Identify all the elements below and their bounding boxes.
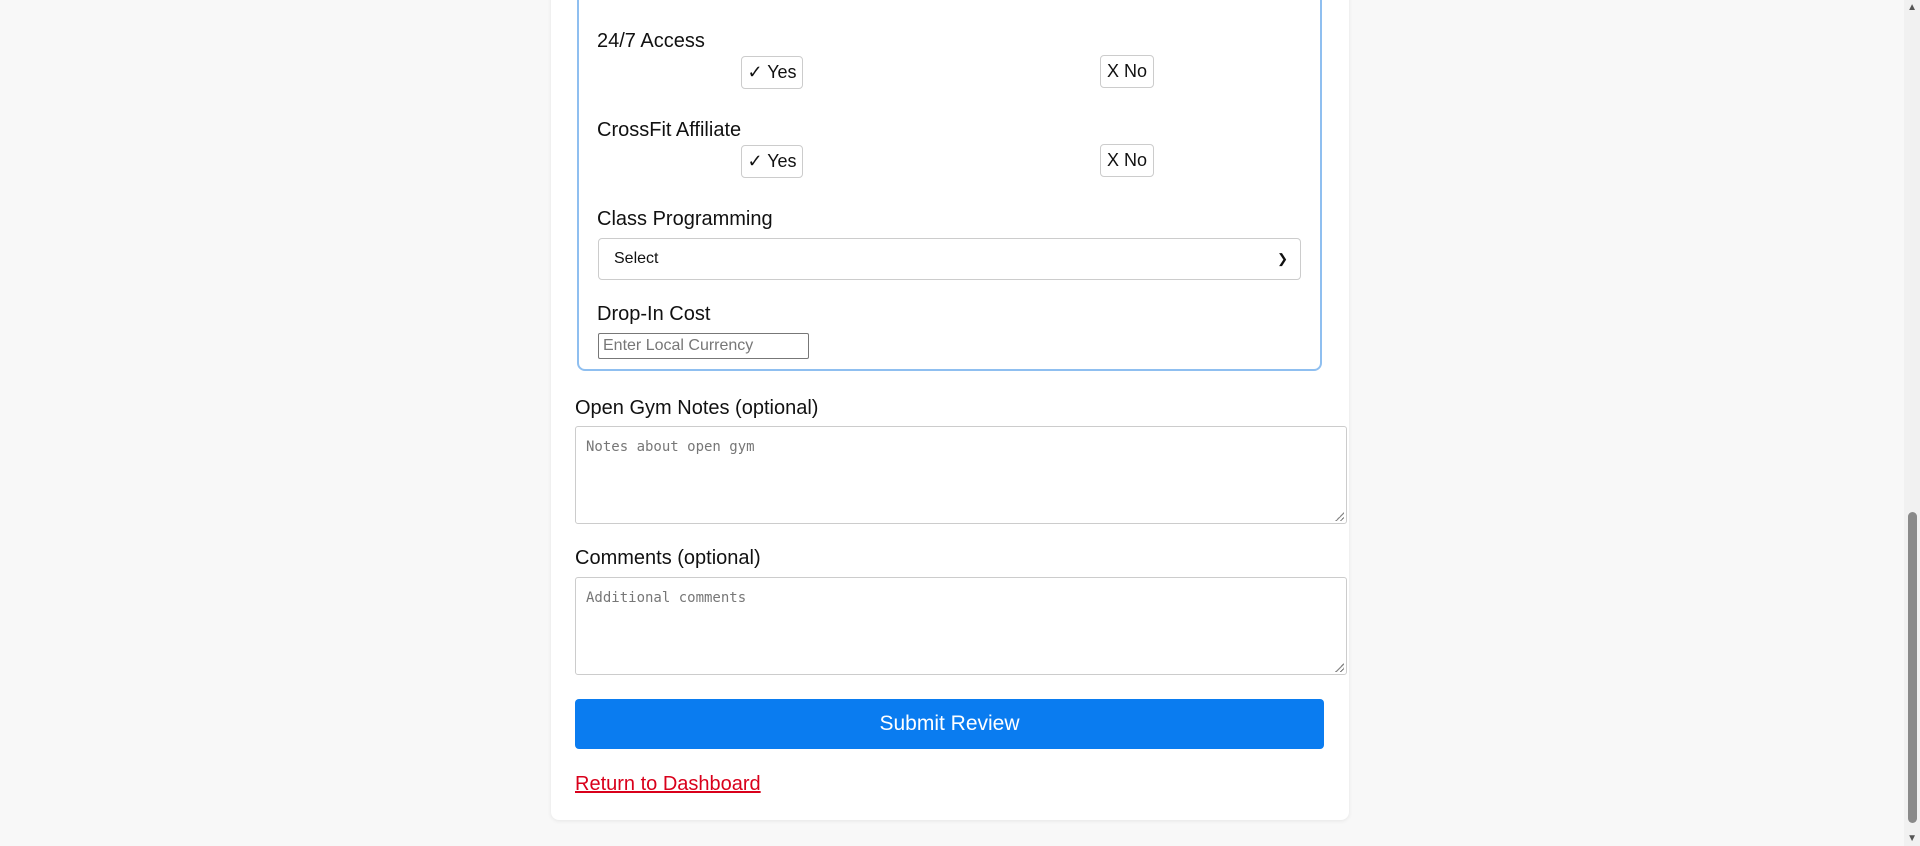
access-247-label: 24/7 Access [597,30,705,52]
crossfit-yes-button[interactable]: ✓ Yes [741,145,803,178]
comments-textarea[interactable]: Additional comments [575,577,1347,675]
access-247-no-button[interactable]: X No [1100,55,1154,88]
scroll-down-icon[interactable]: ▼ [1907,833,1917,844]
placeholder: Notes about open gym [586,439,755,455]
drop-in-cost-label: Drop-In Cost [597,303,711,325]
drop-in-cost-input[interactable]: Enter Local Currency [598,333,809,359]
resize-handle-icon[interactable] [1335,512,1344,521]
page-scrollbar[interactable]: ▲ ▼ [1904,0,1920,846]
placeholder: Additional comments [586,590,747,606]
submit-review-button[interactable]: Submit Review [575,699,1324,749]
open-gym-notes-textarea[interactable]: Notes about open gym [575,426,1347,524]
resize-handle-icon[interactable] [1335,663,1344,672]
crossfit-no-button[interactable]: X No [1100,144,1154,177]
select-value: Select [614,250,659,267]
open-gym-notes-label: Open Gym Notes (optional) [575,397,819,419]
class-programming-select[interactable]: Select ❯ [598,238,1301,280]
crossfit-affiliate-label: CrossFit Affiliate [597,119,742,141]
scrollbar-thumb[interactable] [1908,512,1917,823]
chevron-down-icon: ❯ [1277,251,1288,266]
access-247-yes-button[interactable]: ✓ Yes [741,56,803,89]
comments-label: Comments (optional) [575,547,761,569]
class-programming-label: Class Programming [597,208,773,230]
scroll-up-icon[interactable]: ▲ [1907,2,1917,13]
return-to-dashboard-link[interactable]: Return to Dashboard [575,773,761,796]
